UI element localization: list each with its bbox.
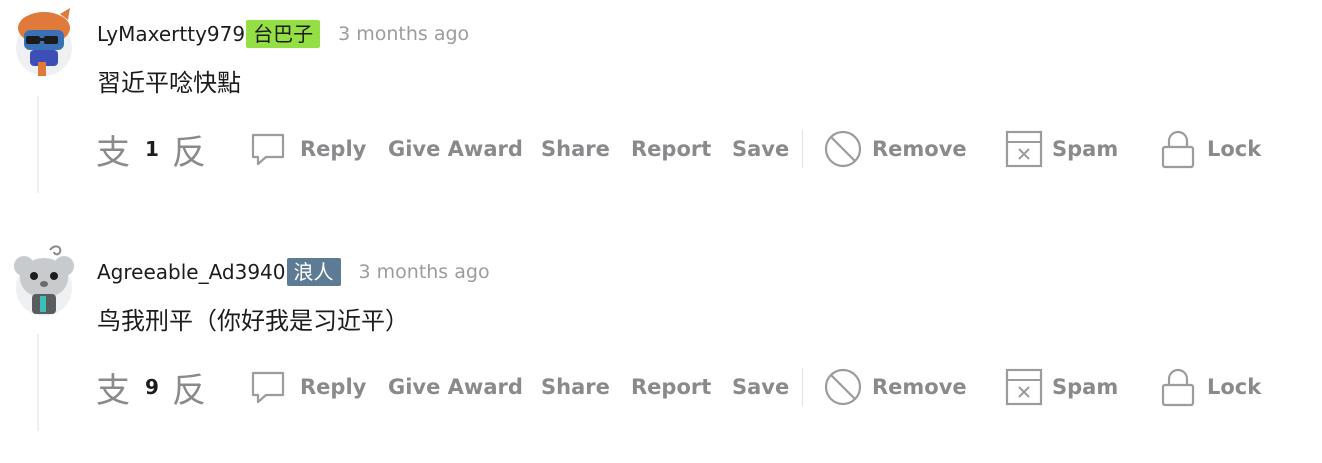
- reply-label: Reply: [300, 375, 367, 399]
- report-button[interactable]: Report: [631, 126, 711, 172]
- upvote-icon: 支: [96, 132, 130, 173]
- save-button[interactable]: Save: [732, 364, 789, 410]
- action-bar: 支 9 反 Reply Give Award Share Report Save: [0, 364, 1322, 411]
- remove-button[interactable]: Remove: [823, 126, 967, 172]
- comment-body: 習近平唸快點: [97, 69, 241, 97]
- upvote-button[interactable]: 支: [96, 126, 130, 173]
- spam-box-icon: [1004, 367, 1044, 407]
- lock-label: Lock: [1207, 375, 1262, 399]
- comment: Agreeable_Ad3940 浪人 3 months ago 鸟我刑平（你好…: [0, 238, 1322, 463]
- circle-slash-icon: [823, 129, 863, 169]
- comment-meta: Agreeable_Ad3940 浪人 3 months ago: [97, 258, 490, 286]
- comment-body: 鸟我刑平（你好我是习近平）: [97, 307, 409, 335]
- user-flair: 浪人: [286, 258, 341, 286]
- spam-button[interactable]: Spam: [1004, 364, 1118, 410]
- vote-count-value: 1: [145, 137, 159, 161]
- speech-bubble-icon: [248, 129, 288, 169]
- share-label: Share: [541, 375, 610, 399]
- give-award-button[interactable]: Give Award: [388, 126, 523, 172]
- username[interactable]: LyMaxertty979: [97, 22, 245, 46]
- vote-count: 9: [145, 364, 159, 410]
- downvote-button[interactable]: 反: [172, 126, 206, 173]
- share-button[interactable]: Share: [541, 364, 610, 410]
- lock-label: Lock: [1207, 137, 1262, 161]
- spam-button[interactable]: Spam: [1004, 126, 1118, 172]
- save-label: Save: [732, 137, 790, 161]
- upvote-icon: 支: [96, 370, 130, 411]
- lock-icon: [1160, 129, 1196, 169]
- divider: [802, 368, 803, 406]
- give-award-button[interactable]: Give Award: [388, 364, 523, 410]
- username[interactable]: Agreeable_Ad3940: [97, 260, 286, 284]
- spam-box-icon: [1004, 129, 1044, 169]
- lock-button[interactable]: Lock: [1160, 364, 1261, 410]
- user-flair: 台巴子: [246, 20, 321, 48]
- circle-slash-icon: [823, 367, 863, 407]
- reply-label: Reply: [300, 137, 367, 161]
- lock-icon: [1160, 367, 1196, 407]
- give-award-label: Give Award: [388, 375, 523, 399]
- avatar[interactable]: [10, 244, 78, 316]
- spam-label: Spam: [1052, 137, 1119, 161]
- timestamp[interactable]: 3 months ago: [338, 23, 469, 45]
- comment: LyMaxertty979 台巴子 3 months ago 習近平唸快點 支 …: [0, 0, 1322, 225]
- share-button[interactable]: Share: [541, 126, 610, 172]
- downvote-button[interactable]: 反: [172, 364, 206, 411]
- downvote-icon: 反: [172, 370, 206, 411]
- report-button[interactable]: Report: [631, 364, 711, 410]
- reply-button[interactable]: Reply: [248, 364, 366, 410]
- speech-bubble-icon: [248, 367, 288, 407]
- lock-button[interactable]: Lock: [1160, 126, 1261, 172]
- vote-count: 1: [145, 126, 159, 172]
- remove-button[interactable]: Remove: [823, 364, 967, 410]
- timestamp[interactable]: 3 months ago: [359, 261, 490, 283]
- remove-label: Remove: [872, 137, 967, 161]
- comment-meta: LyMaxertty979 台巴子 3 months ago: [97, 20, 469, 48]
- save-button[interactable]: Save: [732, 126, 789, 172]
- remove-label: Remove: [872, 375, 967, 399]
- reply-button[interactable]: Reply: [248, 126, 366, 172]
- share-label: Share: [541, 137, 610, 161]
- give-award-label: Give Award: [388, 137, 523, 161]
- upvote-button[interactable]: 支: [96, 364, 130, 411]
- action-bar: 支 1 反 Reply Give Award Share Report Save: [0, 126, 1322, 173]
- divider: [802, 130, 803, 168]
- downvote-icon: 反: [172, 132, 206, 173]
- avatar[interactable]: [10, 6, 78, 78]
- report-label: Report: [631, 137, 712, 161]
- spam-label: Spam: [1052, 375, 1119, 399]
- vote-count-value: 9: [145, 375, 159, 399]
- report-label: Report: [631, 375, 712, 399]
- save-label: Save: [732, 375, 790, 399]
